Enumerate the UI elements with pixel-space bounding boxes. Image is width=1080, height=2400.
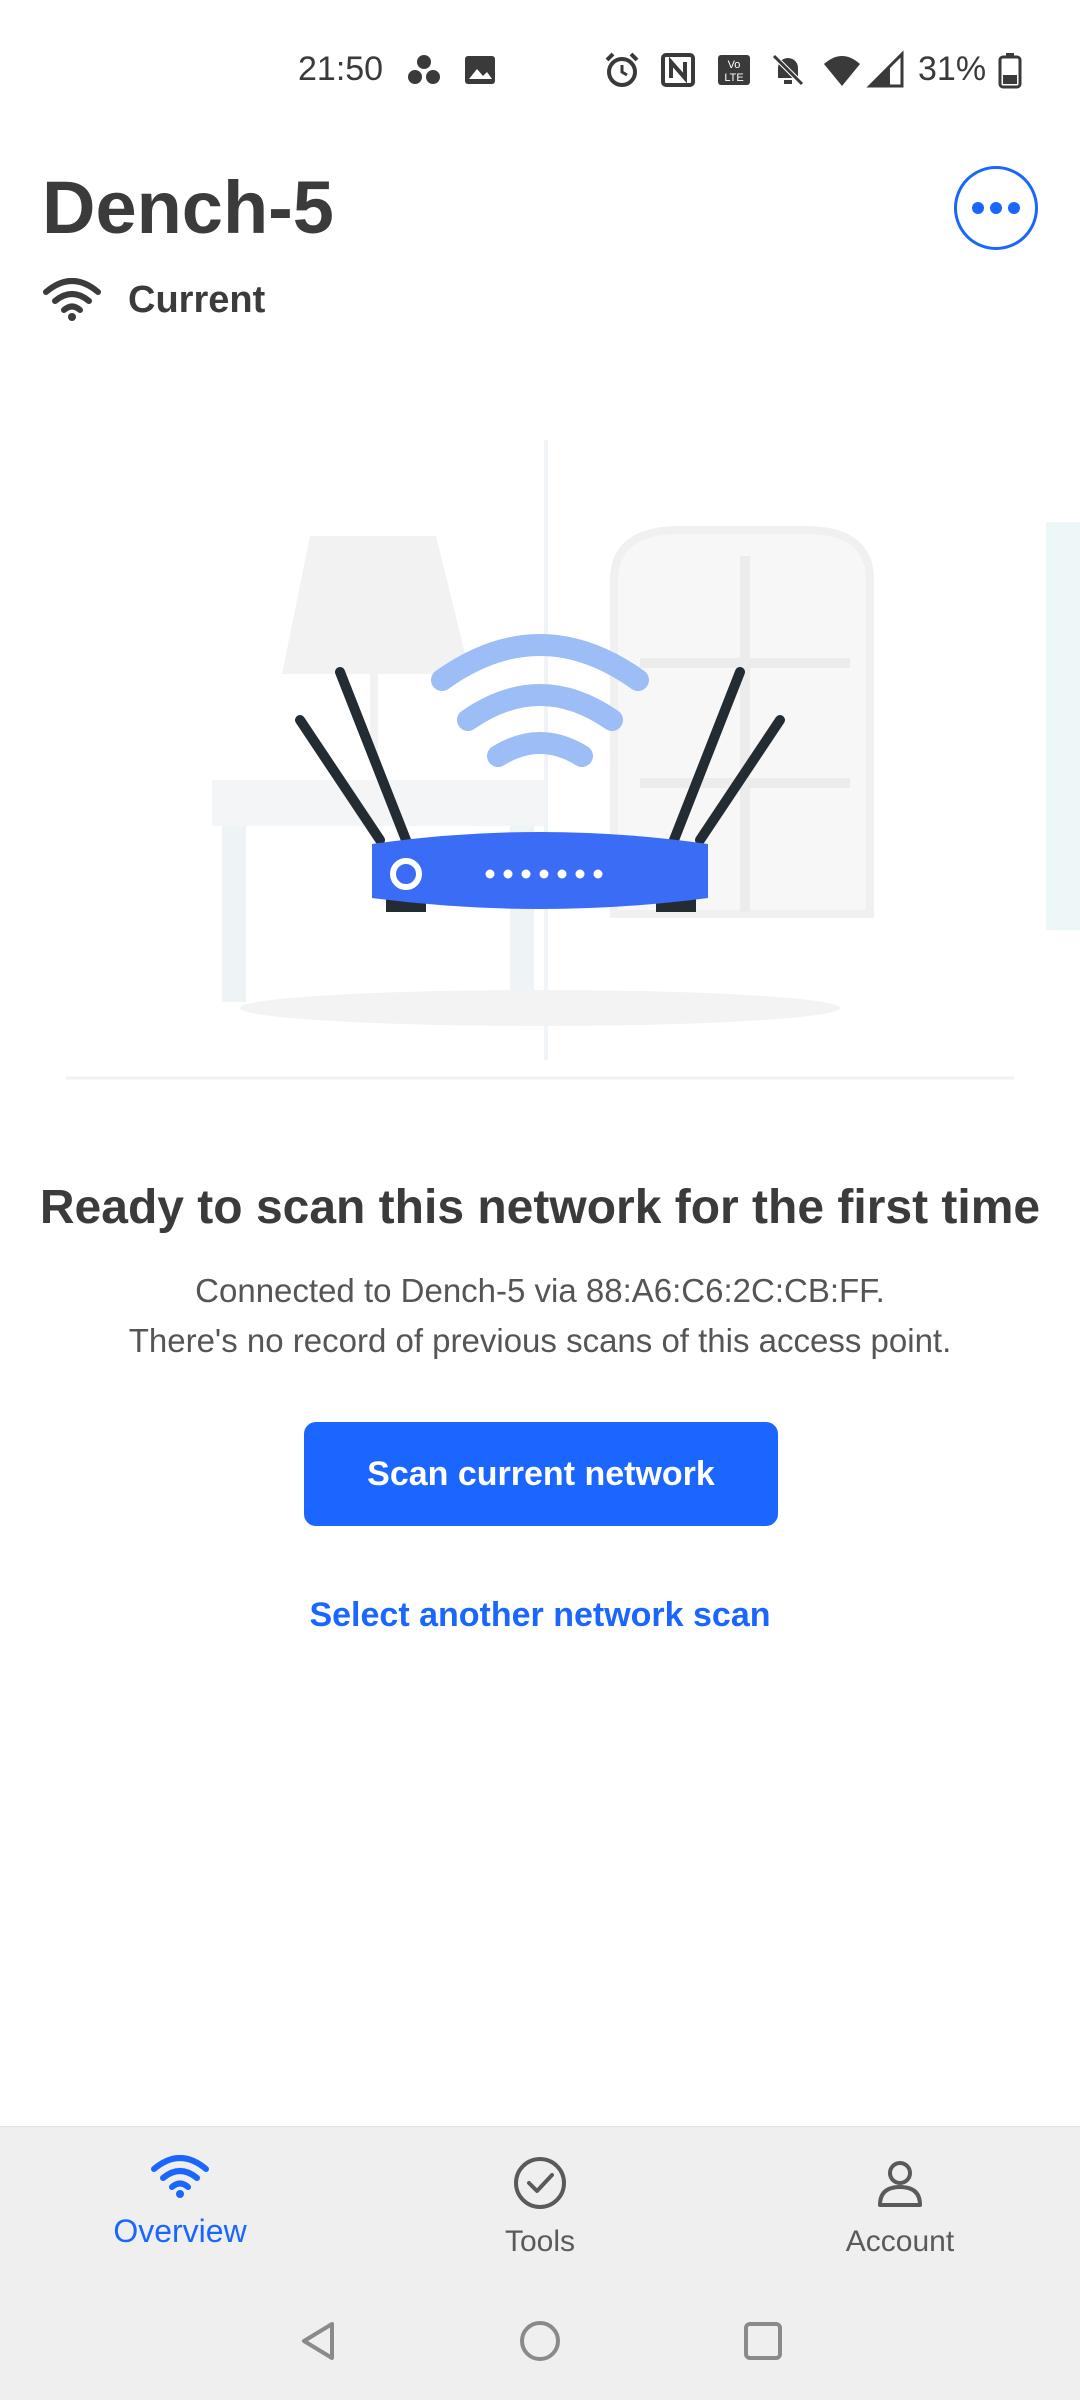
people-icon: [408, 55, 440, 84]
svg-text:Vo: Vo: [728, 59, 741, 71]
svg-text:LTE: LTE: [724, 72, 743, 84]
router-illustration: [66, 440, 1014, 1080]
select-another-network-link[interactable]: Select another network scan: [0, 1596, 1080, 1635]
bottom-navigation: Overview Tools Account: [0, 2126, 1080, 2286]
mute-icon: [772, 54, 804, 86]
wifi-icon: [151, 2155, 209, 2198]
signal-icon: [866, 50, 904, 88]
check-circle-icon: [514, 2157, 566, 2209]
scan-headline: Ready to scan this network for the first…: [39, 1181, 1041, 1234]
side-edge-panel: [1046, 522, 1080, 930]
status-time: 21:50: [298, 50, 384, 88]
person-icon: [878, 2161, 922, 2207]
scan-current-network-button[interactable]: Scan current network: [304, 1422, 778, 1526]
tab-overview[interactable]: Overview: [60, 2155, 300, 2250]
more-horizontal-icon: [972, 202, 1020, 214]
tab-tools[interactable]: Tools: [420, 2155, 660, 2259]
network-title: Dench-5: [42, 166, 334, 249]
recents-icon[interactable]: [738, 2316, 788, 2366]
tab-account-label: Account: [845, 2225, 955, 2258]
alarm-icon: [605, 52, 639, 87]
volte-icon: VoLTE: [718, 55, 750, 85]
nfc-icon: [661, 53, 695, 87]
system-navigation-bar: [0, 2286, 1080, 2400]
battery-icon: [998, 53, 1022, 89]
back-icon[interactable]: [294, 2316, 344, 2366]
tab-tools-label: Tools: [504, 2225, 576, 2258]
description-line: There's no record of previous scans of t…: [128, 1322, 952, 1359]
more-options-button[interactable]: [954, 166, 1038, 250]
battery-percent: 31%: [918, 50, 987, 88]
tab-account[interactable]: Account: [780, 2155, 1020, 2259]
status-bar: 21:50 Vo LTE 31%: [0, 0, 1080, 140]
description-line: Connected to Dench-5 via 88:A6:C6:2C:CB:…: [195, 1272, 885, 1309]
wifi-icon: [43, 278, 101, 321]
wifi-icon: [824, 56, 860, 86]
scan-description: Connected to Dench-5 via 88:A6:C6:2C:CB:…: [0, 1266, 1080, 1366]
tab-overview-label: Overview: [113, 2213, 247, 2249]
home-icon[interactable]: [515, 2316, 565, 2366]
connection-status-label: Current: [128, 278, 266, 321]
connection-status: Current: [42, 278, 265, 322]
image-icon: [465, 56, 495, 84]
